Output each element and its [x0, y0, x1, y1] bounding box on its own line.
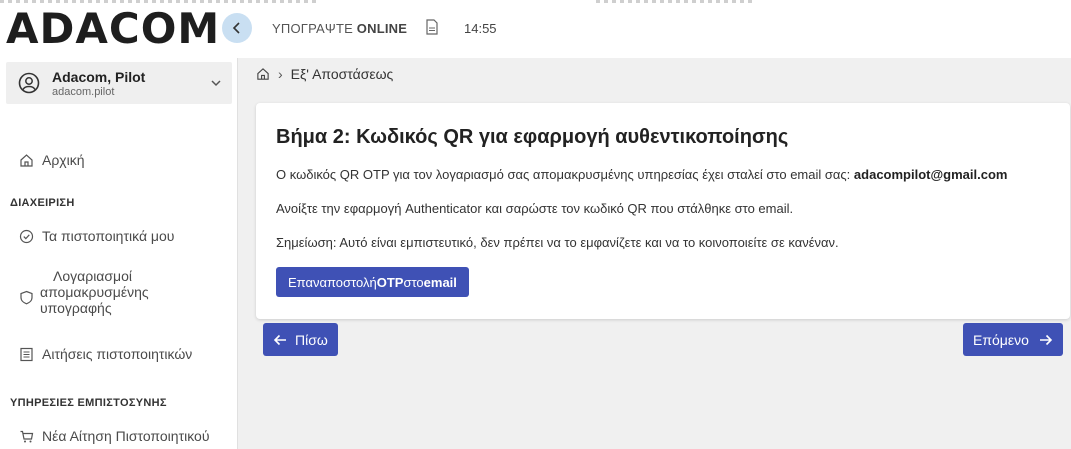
sidebar-item-new-certificate-request[interactable]: Νέα Αίτηση Πιστοποιητικού: [0, 426, 238, 446]
collapse-sidebar-button[interactable]: [222, 13, 252, 43]
user-menu[interactable]: Adacom, Pilot adacom.pilot: [6, 62, 232, 104]
sidebar: Adacom, Pilot adacom.pilot Αρχική ΔΙΑΧΕΙ…: [0, 58, 238, 449]
list-icon: [20, 347, 33, 361]
resend-otp-button[interactable]: Επαναποστολή OTP στο email: [276, 267, 469, 297]
decorative-dash: [596, 0, 756, 3]
breadcrumb: › Εξ' Αποστάσεως: [256, 66, 393, 82]
top-bar: ADACOM ΥΠΟΓΡΑΨΤΕ ONLINE 14:55: [0, 0, 1071, 58]
step-card: Βήμα 2: Κωδικός QR για εφαρμογή αυθεντικ…: [256, 103, 1070, 319]
cart-icon: [20, 430, 34, 442]
back-button[interactable]: Πίσω: [263, 323, 338, 356]
check-circle-icon: [19, 229, 34, 243]
document-icon[interactable]: [425, 19, 439, 35]
sidebar-item-label: Τα πιστοποιητικά μου: [42, 228, 175, 244]
page-title: Βήμα 2: Κωδικός QR για εφαρμογή αυθεντικ…: [276, 126, 789, 148]
shield-icon: [20, 290, 33, 305]
breadcrumb-separator: ›: [278, 66, 283, 82]
back-button-label: Πίσω: [295, 331, 328, 348]
otp-sent-message: Ο κωδικός QR OTP για τον λογαριασμό σας …: [276, 167, 1008, 182]
decorative-dash: [0, 0, 318, 3]
user-circle-icon: [18, 72, 40, 94]
sidebar-item-label: Νέα Αίτηση Πιστοποιητικού: [42, 428, 210, 444]
next-button[interactable]: Επόμενο: [963, 323, 1063, 356]
user-login: adacom.pilot: [52, 86, 115, 98]
sidebar-item-home[interactable]: Αρχική: [0, 150, 238, 170]
sidebar-item-label: Λογαριασμοί απομακρυσμένης υπογραφής: [40, 268, 149, 316]
clock: 14:55: [464, 21, 497, 36]
sidebar-item-label: Αρχική: [42, 152, 85, 168]
user-email: adacompilot@gmail.com: [853, 167, 1008, 182]
confidential-note: Σημείωση: Αυτό είναι εμπιστευτικό, δεν π…: [276, 235, 839, 250]
section-title-trust-services: ΥΠΗΡΕΣΙΕΣ ΕΜΠΙΣΤΟΣΥΝΗΣ: [10, 397, 167, 409]
sidebar-item-certificate-requests[interactable]: Αιτήσεις πιστοποιητικών: [0, 344, 238, 364]
arrow-left-icon: [273, 334, 286, 345]
authenticator-instruction: Ανοίξτε την εφαρμογή Authenticator και σ…: [276, 201, 794, 216]
chevron-down-icon: [211, 80, 221, 87]
sign-online-label: ΥΠΟΓΡΑΨΤΕ ONLINE: [272, 21, 408, 36]
logo: ADACOM: [6, 4, 221, 53]
next-button-label: Επόμενο: [973, 331, 1029, 348]
breadcrumb-current: Εξ' Αποστάσεως: [290, 66, 394, 82]
arrow-right-icon: [1039, 334, 1053, 345]
sidebar-item-label: Αιτήσεις πιστοποιητικών: [42, 346, 193, 362]
section-title-admin: ΔΙΑΧΕΙΡΙΣΗ: [10, 197, 75, 209]
sidebar-item-my-certificates[interactable]: Τα πιστοποιητικά μου: [0, 226, 238, 246]
home-icon: [20, 153, 33, 167]
sidebar-item-remote-signature-accounts[interactable]: Λογαριασμοί απομακρυσμένης υπογραφής: [0, 268, 238, 324]
user-name: Adacom, Pilot: [52, 69, 146, 85]
home-icon[interactable]: [256, 67, 270, 81]
chevron-left-icon: [232, 22, 240, 34]
